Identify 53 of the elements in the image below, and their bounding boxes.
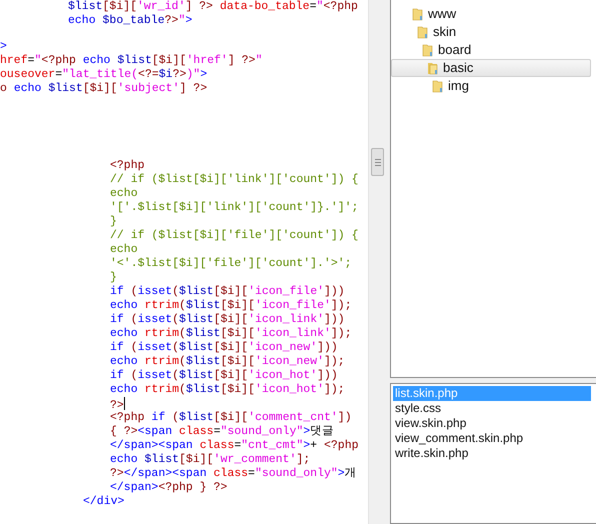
- folder-icon: [432, 79, 443, 93]
- code-line: ?>: [110, 397, 125, 411]
- code-line: if (isset($list[$i]['icon_file'])): [110, 285, 346, 299]
- folder-icon: [412, 7, 423, 21]
- code-line: // if ($list[$i]['link']['count']) {: [110, 173, 360, 187]
- tree-item[interactable]: skin: [391, 23, 591, 41]
- tree-label: img: [448, 77, 469, 96]
- file-item[interactable]: write.skin.php: [393, 446, 591, 461]
- code-line: >: [0, 40, 8, 54]
- code-line: echo $bo_table?>">: [68, 14, 194, 28]
- code-line: '<'.$list[$i]['file']['count'].'>';: [110, 257, 353, 271]
- code-line: ouseover="lat_title(<?=$i?>)">: [0, 68, 208, 82]
- code-line: echo rtrim($list[$i]['icon_hot']);: [110, 383, 346, 397]
- code-line: // if ($list[$i]['file']['count']) {: [110, 229, 360, 243]
- code-line: $list[$i]['wr_id'] ?> data-bo_table="<?php: [68, 0, 359, 14]
- code-line: echo rtrim($list[$i]['icon_new']);: [110, 355, 346, 369]
- tree-label: www: [428, 5, 456, 24]
- tree-label: basic: [443, 59, 474, 78]
- code-line: '['.$list[$i]['link']['count']}.']';: [110, 201, 360, 215]
- code-line: </span><?php } ?>: [110, 481, 228, 495]
- tree-label: board: [438, 41, 472, 60]
- code-line: o echo $list[$i]['subject'] ?>: [0, 82, 208, 96]
- code-line: href="<?php echo $list[$i]['href'] ?>": [0, 54, 264, 68]
- code-line: <?php if ($list[$i]['comment_cnt']): [110, 411, 353, 425]
- code-line: if (isset($list[$i]['icon_link'])): [110, 313, 346, 327]
- code-line: echo: [110, 243, 139, 257]
- tree-item[interactable]: img: [391, 77, 591, 95]
- tree-item[interactable]: board: [391, 41, 591, 59]
- code-line: echo $list[$i]['wr_comment'];: [110, 453, 312, 467]
- code-line: if (isset($list[$i]['icon_new'])): [110, 341, 339, 355]
- file-item[interactable]: view.skin.php: [393, 416, 591, 431]
- tree-item[interactable]: www: [391, 5, 591, 23]
- code-line: echo rtrim($list[$i]['icon_file']);: [110, 299, 353, 313]
- folder-icon: [422, 43, 433, 57]
- code-line: echo rtrim($list[$i]['icon_link']);: [110, 327, 353, 341]
- file-item[interactable]: style.css: [393, 401, 591, 416]
- folder-icon: [427, 61, 438, 75]
- code-line: <?php: [110, 159, 146, 173]
- scrollbar-thumb[interactable]: [371, 148, 384, 176]
- tree-item[interactable]: basic: [391, 59, 591, 77]
- file-item[interactable]: view_comment.skin.php: [393, 431, 591, 446]
- code-line: </span><span class="cnt_cmt">+ <?php: [110, 439, 360, 453]
- scrollbar[interactable]: [368, 0, 385, 524]
- code-editor[interactable]: [0, 0, 368, 524]
- code-line: }: [110, 271, 118, 285]
- code-line: ?></span><span class="sound_only">개: [110, 467, 358, 481]
- code-line: }: [110, 215, 118, 229]
- folder-icon: [417, 25, 428, 39]
- code-line: </div>: [83, 495, 126, 509]
- code-line: if (isset($list[$i]['icon_hot'])): [110, 369, 339, 383]
- tree-label: skin: [433, 23, 456, 42]
- code-line: echo: [110, 187, 139, 201]
- code-line: { ?><span class="sound_only">댓글: [110, 425, 336, 439]
